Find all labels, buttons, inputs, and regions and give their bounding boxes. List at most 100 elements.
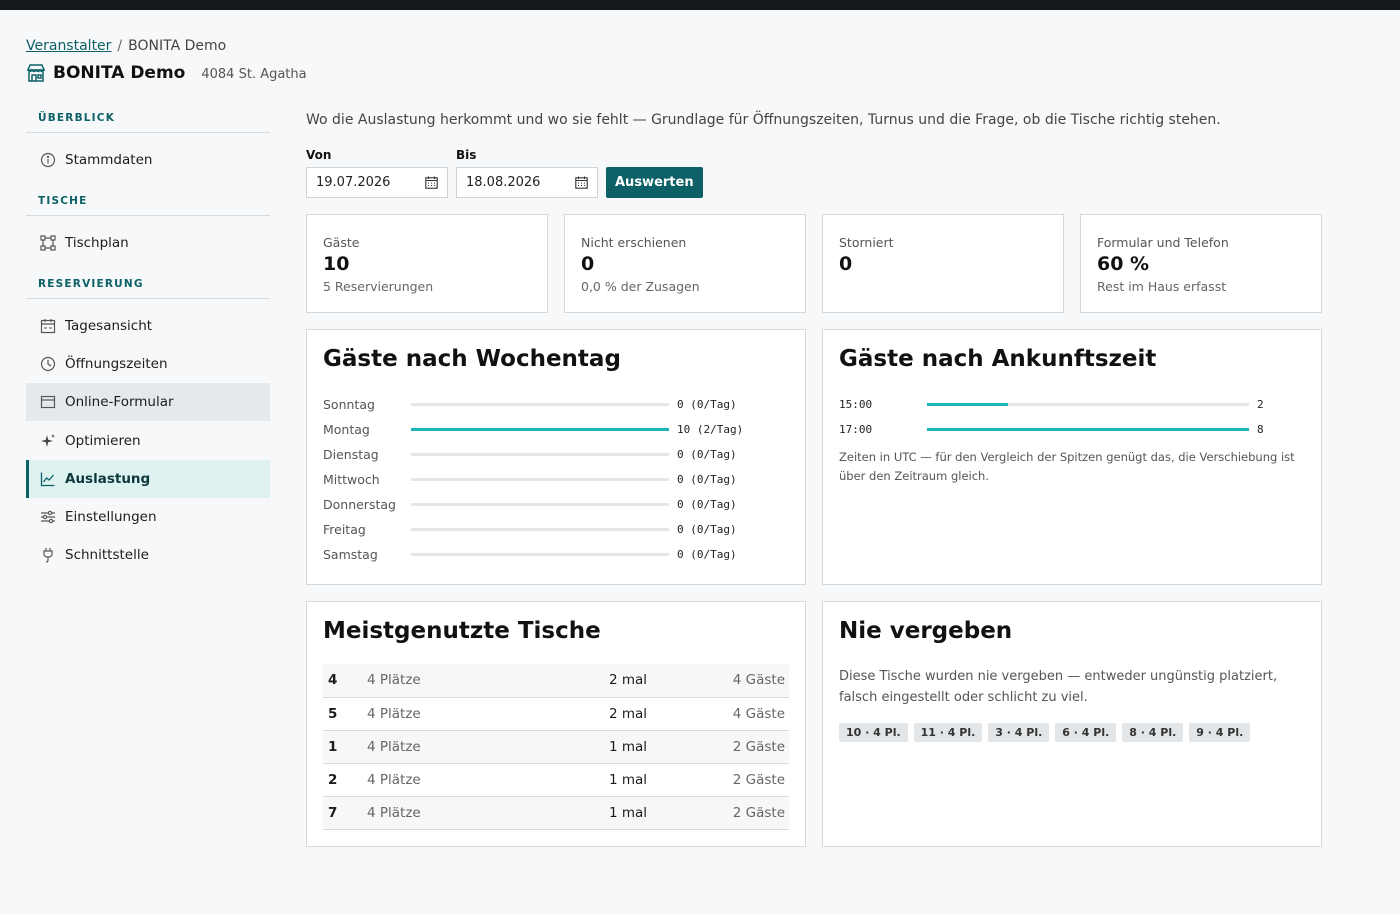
table-usage-count: 2 mal [537,697,647,731]
to-field: Bis 18.08.2026 [456,148,598,198]
info-icon [40,152,56,168]
to-date-value: 18.08.2026 [466,175,541,190]
sidebar-item-einstellungen[interactable]: Einstellungen [26,498,270,536]
breadcrumb-current: BONITA Demo [128,38,227,54]
stat-sub: Rest im Haus erfasst [1097,279,1227,294]
table-guests: 2 Gäste [647,796,789,830]
weekday-bar-row: Samstag 0 (0/Tag) [323,542,789,567]
from-date-input[interactable]: 19.07.2026 [306,167,448,198]
sidebar-item-schnittstelle[interactable]: Schnittstelle [26,536,270,574]
table-seats: 4 Plätze [367,763,537,797]
table-guests: 2 Gäste [647,730,789,764]
from-date-value: 19.07.2026 [316,175,391,190]
top-tables-panel: Meistgenutzte Tische 44 Plätze 2 mal 4 Gäs… [306,601,806,847]
stat-card-no-show: Nicht erschienen 0 0,0 % der Zusagen [564,214,806,313]
never-assigned-title: Nie vergeben [839,618,1013,644]
sliders-icon [40,509,56,525]
intro-text: Wo die Auslastung herkommt und wo sie fe… [306,112,1221,128]
breadcrumb-link-veranstalter[interactable]: Veranstalter [26,38,111,54]
table-guests: 4 Gäste [647,697,789,731]
weekday-value: 10 (2/Tag) [677,423,744,436]
weekday-label: Mittwoch [323,472,380,487]
sidebar-item-optimieren[interactable]: Optimieren [26,422,270,460]
weekday-bar-track [411,453,669,456]
sidebar-item-label: Auslastung [65,471,151,487]
weekday-bar-list: Sonntag 0 (0/Tag) Montag 10 (2/Tag) Dienstag… [323,392,789,567]
weekday-value: 0 (0/Tag) [677,448,737,461]
stat-value: 0 [839,253,853,275]
sidebar-item-label: Online-Formular [65,394,174,410]
stat-card-channel: Formular und Telefon 60 % Rest im Haus e… [1080,214,1322,313]
unused-table-chip: 8 · 4 Pl. [1122,723,1184,742]
arrival-bar-list: 15:00 2 17:00 8 [839,392,1305,442]
date-filter: Von 19.07.2026 Bis 18.08.2026 Auswerten [306,148,1322,198]
arrival-bar-fill [927,403,1008,406]
breadcrumb-separator: / [117,38,123,54]
weekday-bar-track [411,403,669,406]
table-guests: 2 Gäste [647,763,789,797]
sidebar-item-label: Stammdaten [65,152,153,168]
weekday-value: 0 (0/Tag) [677,498,737,511]
table-number: 2 [323,763,367,797]
stats-row: Gäste 10 5 Reservierungen Nicht erschien… [306,214,1322,313]
weekday-label: Montag [323,422,370,437]
evaluate-button[interactable]: Auswerten [606,167,703,198]
venue-header: BONITA Demo 4084 St. Agatha [26,63,307,83]
table-row: 14 Plätze 1 mal 2 Gäste [323,730,789,764]
stat-label: Nicht erschienen [581,235,687,250]
weekday-title: Gäste nach Wochentag [323,346,621,372]
to-date-input[interactable]: 18.08.2026 [456,167,598,198]
top-tables-table: 44 Plätze 2 mal 4 Gäste 5 4 Plätze 2 mal 4 Gäs… [323,664,789,830]
sidebar-item-stammdaten[interactable]: Stammdaten [26,141,270,179]
breadcrumb: Veranstalter / BONITA Demo [26,38,226,54]
storefront-icon [26,64,46,82]
sidebar-item-auslastung[interactable]: Auslastung [26,460,270,498]
sidebar-item-label: Tischplan [65,235,129,251]
stat-value: 60 % [1097,253,1150,275]
unused-table-chip: 6 · 4 Pl. [1055,723,1117,742]
arrival-title: Gäste nach Ankunftszeit [839,346,1157,372]
arrival-time-label: 17:00 [839,423,873,436]
sidebar-item-label: Öffnungszeiten [65,356,168,372]
table-number: 5 [323,697,367,731]
table-usage-count: 1 mal [537,730,647,764]
from-field: Von 19.07.2026 [306,148,448,198]
sidebar-section-reservierung: RESERVIERUNG [26,270,270,299]
weekday-bar-row: Donnerstag 0 (0/Tag) [323,492,789,517]
calendar-icon[interactable] [575,176,588,189]
stat-value: 10 [323,253,350,275]
chart-line-icon [40,471,56,487]
weekday-value: 0 (0/Tag) [677,398,737,411]
unused-table-chip: 9 · 4 Pl. [1189,723,1251,742]
sidebar-item-tagesansicht[interactable]: Tagesansicht [26,307,270,345]
weekday-bar-row: Dienstag 0 (0/Tag) [323,442,789,467]
sidebar-item-online-formular[interactable]: Online-Formular [26,383,270,421]
sidebar-item-tischplan[interactable]: Tischplan [26,224,270,262]
weekday-value: 0 (0/Tag) [677,548,737,561]
table-seats: 4 Plätze [367,730,537,764]
floorplan-icon [40,235,56,251]
stat-value: 0 [581,253,595,275]
weekday-bar-track [411,478,669,481]
arrival-value: 2 [1257,398,1264,411]
sparkle-icon [40,433,56,449]
stat-card-guests: Gäste 10 5 Reservierungen [306,214,548,313]
calendar-icon[interactable] [425,176,438,189]
sidebar-section-ueberblick: ÜBERBLICK [26,104,270,133]
page-title: BONITA Demo [53,63,186,83]
arrival-value: 8 [1257,423,1264,436]
weekday-bar-track [411,503,669,506]
to-label: Bis [456,148,477,162]
clock-icon [40,356,56,372]
table-seats: 4 Plätze [367,697,537,731]
sidebar-item-oeffnungszeiten[interactable]: Öffnungszeiten [26,345,270,383]
weekday-label: Freitag [323,522,366,537]
weekday-bar-row: Sonntag 0 (0/Tag) [323,392,789,417]
arrival-note: Zeiten in UTC — für den Vergleich der Sp… [839,450,1295,483]
top-bar [0,0,1400,10]
table-row: 24 Plätze 1 mal 2 Gäste [323,763,789,797]
arrival-bar-row: 15:00 2 [839,392,1305,417]
weekday-label: Samstag [323,547,378,562]
unused-table-chip: 3 · 4 Pl. [988,723,1050,742]
arrival-bar-fill [927,428,1249,431]
